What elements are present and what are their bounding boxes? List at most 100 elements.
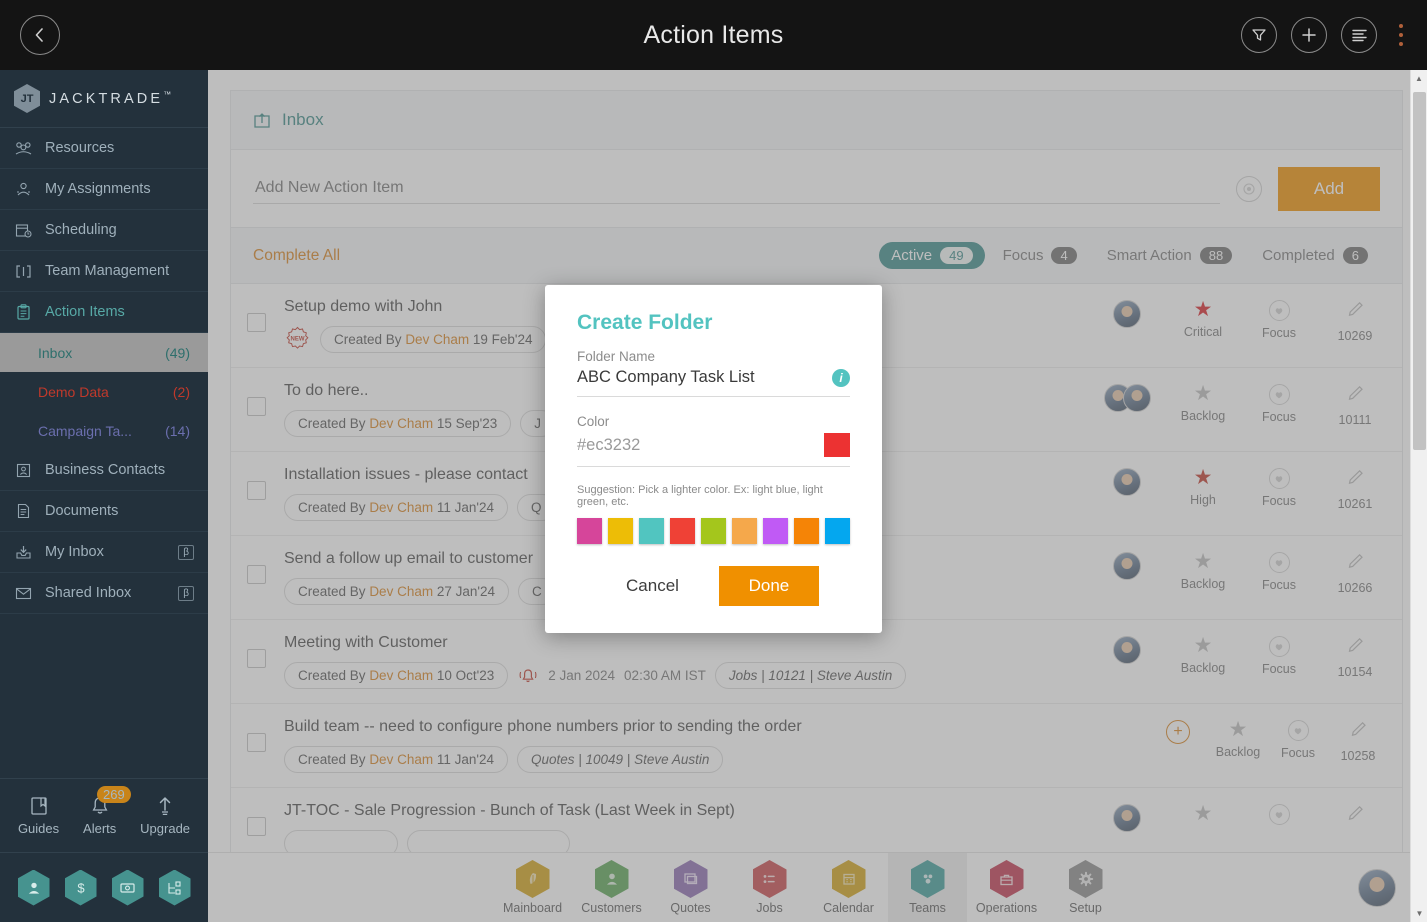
upgrade-button[interactable]: Upgrade [140,795,190,836]
create-folder-dialog: Create Folder Folder Name ABC Company Ta… [545,285,882,633]
beta-badge: β [178,585,194,601]
sidebar-subitem-count: (49) [165,344,190,361]
sidebar-subitem-inbox[interactable]: Inbox (49) [0,333,208,372]
color-swatch[interactable] [608,518,633,544]
sidebar-subitem-campaign-tasks[interactable]: Campaign Ta... (14) [0,411,208,450]
envelope-icon [14,587,33,600]
upgrade-label: Upgrade [140,821,191,836]
sidebar: JT JACKTRADE™ Resources My Assignments S… [0,70,208,922]
alerts-badge: 269 [97,786,131,803]
brand-tm: ™ [163,90,172,100]
sidebar-bottom-tools: Guides 269 Alerts Upgrade [0,778,208,852]
sidebar-item-business-contacts[interactable]: Business Contacts [0,450,208,491]
color-swatch[interactable] [763,518,788,544]
assignments-icon [14,182,33,197]
color-swatch-current[interactable] [824,433,850,457]
beta-badge: β [178,544,194,560]
scroll-up-arrow-icon[interactable]: ▲ [1411,70,1427,87]
guides-label: Guides [17,821,60,836]
sidebar-item-my-inbox[interactable]: My Inbox β [0,532,208,573]
inbox-down-icon [14,545,33,560]
more-menu-button[interactable] [1391,20,1411,50]
quick-action-dollar[interactable]: $ [64,869,97,906]
list-lines-icon [1351,29,1367,42]
sidebar-subitem-label: Campaign Ta... [38,422,132,439]
book-icon [30,797,47,815]
sidebar-item-label: Documents [45,503,119,519]
sidebar-quick-actions: $ [0,852,208,922]
alerts-button[interactable]: 269 Alerts [83,786,131,836]
brand-name: JACKTRADE™ [49,90,171,107]
color-swatch[interactable] [670,518,695,544]
sidebar-item-scheduling[interactable]: Scheduling [0,210,208,251]
quick-action-person[interactable] [17,869,50,906]
sidebar-item-label: My Assignments [45,181,151,197]
sidebar-subitem-label: Demo Data [38,383,109,400]
brand-logo[interactable]: JT JACKTRADE™ [0,70,208,128]
color-swatch[interactable] [794,518,819,544]
svg-text:$: $ [77,880,85,895]
sidebar-subitem-demo-data[interactable]: Demo Data (2) [0,372,208,411]
top-bar: Action Items [0,0,1427,70]
done-button[interactable]: Done [718,566,819,606]
color-field[interactable]: #ec3232 [577,433,850,467]
folder-name-value[interactable]: ABC Company Task List [577,368,755,387]
sidebar-item-shared-inbox[interactable]: Shared Inbox β [0,573,208,614]
sidebar-item-label: Business Contacts [45,462,166,478]
cancel-button[interactable]: Cancel [608,566,697,606]
jacktrade-hex-icon: JT [14,84,40,113]
sidebar-item-label: Resources [45,140,115,156]
color-value[interactable]: #ec3232 [577,436,640,455]
sidebar-item-label: Action Items [45,304,125,320]
sidebar-item-documents[interactable]: Documents [0,491,208,532]
guides-button[interactable]: Guides [18,795,59,836]
color-swatch-list [577,518,850,544]
color-swatch[interactable] [732,518,757,544]
back-button[interactable] [20,15,60,55]
plus-icon [1302,28,1316,42]
documents-icon [14,503,33,519]
info-icon[interactable]: i [832,368,850,387]
dollar-icon: $ [77,880,85,895]
sidebar-item-team-management[interactable]: Team Management [0,251,208,292]
alerts-label: Alerts [83,821,117,836]
color-swatch[interactable] [825,518,850,544]
workflow-icon [167,880,181,895]
team-brackets-icon [14,264,33,279]
folder-name-label: Folder Name [577,349,656,364]
scroll-down-arrow-icon[interactable]: ▼ [1411,905,1427,922]
sidebar-subitem-count: (14) [165,422,190,439]
quick-action-money-exchange[interactable] [111,869,144,906]
sidebar-item-resources[interactable]: Resources [0,128,208,169]
funnel-icon [1252,29,1266,41]
calendar-clock-icon [14,223,33,238]
sidebar-item-label: Team Management [45,263,170,279]
sidebar-item-action-items[interactable]: Action Items [0,292,208,333]
color-swatch[interactable] [577,518,602,544]
sidebar-nav: Resources My Assignments Scheduling Team… [0,128,208,614]
arrow-up-icon [159,796,171,816]
color-swatch[interactable] [639,518,664,544]
add-button[interactable] [1291,17,1327,53]
contact-card-icon [14,463,33,478]
sidebar-item-my-assignments[interactable]: My Assignments [0,169,208,210]
filter-button[interactable] [1241,17,1277,53]
color-swatch[interactable] [701,518,726,544]
color-label: Color [577,414,610,429]
sidebar-subitem-count: (2) [172,383,190,400]
sidebar-subitem-label: Inbox [38,344,73,361]
money-exchange-icon [119,882,135,893]
chevron-left-icon [35,28,43,42]
more-vertical-icon [1399,24,1403,28]
dialog-actions: Cancel Done [577,566,850,606]
sidebar-item-label: Scheduling [45,222,117,238]
brand-text: JACKTRADE [49,90,164,107]
quick-action-workflow[interactable] [158,869,191,906]
list-view-button[interactable] [1341,17,1377,53]
sidebar-item-label: My Inbox [45,544,104,560]
folder-name-field[interactable]: ABC Company Task List i [577,368,850,397]
color-suggestion-text: Suggestion: Pick a lighter color. Ex: li… [577,484,823,508]
scrollbar-thumb[interactable] [1413,92,1426,450]
vertical-scrollbar[interactable]: ▲ ▼ [1410,70,1427,922]
